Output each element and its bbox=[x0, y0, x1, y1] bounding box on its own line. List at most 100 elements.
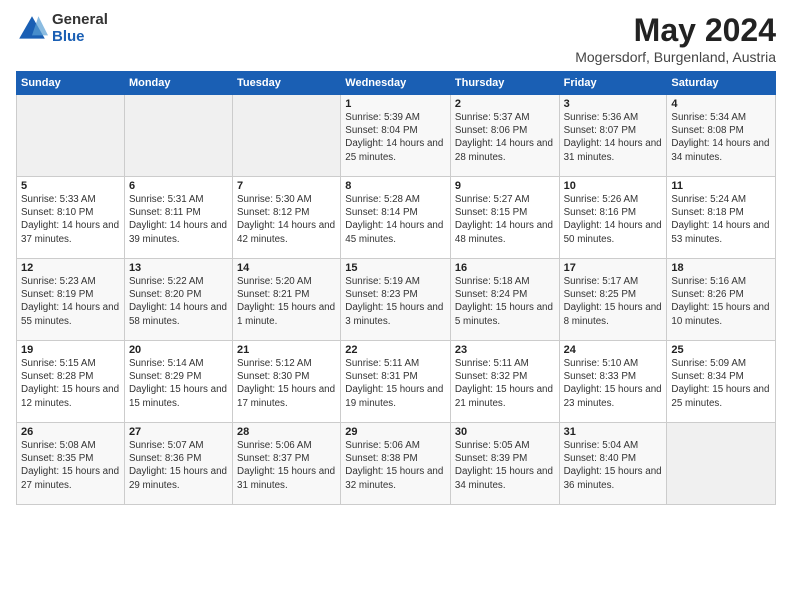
calendar-cell-w1-d6: 11 Sunrise: 5:24 AMSunset: 8:18 PMDaylig… bbox=[667, 177, 776, 259]
day-info: Sunrise: 5:15 AMSunset: 8:28 PMDaylight:… bbox=[21, 357, 120, 410]
day-number: 23 bbox=[455, 344, 555, 356]
day-info: Sunrise: 5:19 AMSunset: 8:23 PMDaylight:… bbox=[345, 275, 446, 328]
day-info: Sunrise: 5:22 AMSunset: 8:20 PMDaylight:… bbox=[129, 275, 228, 328]
main-title: May 2024 bbox=[575, 12, 776, 49]
subtitle: Mogersdorf, Burgenland, Austria bbox=[575, 49, 776, 65]
day-number: 12 bbox=[21, 262, 120, 274]
calendar-cell-w0-d6: 4 Sunrise: 5:34 AMSunset: 8:08 PMDayligh… bbox=[667, 95, 776, 177]
calendar-cell-w1-d3: 8 Sunrise: 5:28 AMSunset: 8:14 PMDayligh… bbox=[341, 177, 451, 259]
day-number: 18 bbox=[671, 262, 771, 274]
calendar-cell-w1-d2: 7 Sunrise: 5:30 AMSunset: 8:12 PMDayligh… bbox=[233, 177, 341, 259]
calendar-cell-w3-d3: 22 Sunrise: 5:11 AMSunset: 8:31 PMDaylig… bbox=[341, 341, 451, 423]
day-info: Sunrise: 5:31 AMSunset: 8:11 PMDaylight:… bbox=[129, 193, 228, 246]
calendar-header-row: Sunday Monday Tuesday Wednesday Thursday… bbox=[17, 72, 776, 95]
day-info: Sunrise: 5:08 AMSunset: 8:35 PMDaylight:… bbox=[21, 439, 120, 492]
calendar-cell-w2-d0: 12 Sunrise: 5:23 AMSunset: 8:19 PMDaylig… bbox=[17, 259, 125, 341]
header-friday: Friday bbox=[559, 72, 667, 95]
day-info: Sunrise: 5:12 AMSunset: 8:30 PMDaylight:… bbox=[237, 357, 336, 410]
day-info: Sunrise: 5:07 AMSunset: 8:36 PMDaylight:… bbox=[129, 439, 228, 492]
day-info: Sunrise: 5:06 AMSunset: 8:38 PMDaylight:… bbox=[345, 439, 446, 492]
day-info: Sunrise: 5:06 AMSunset: 8:37 PMDaylight:… bbox=[237, 439, 336, 492]
header-sunday: Sunday bbox=[17, 72, 125, 95]
calendar-cell-w2-d3: 15 Sunrise: 5:19 AMSunset: 8:23 PMDaylig… bbox=[341, 259, 451, 341]
day-info: Sunrise: 5:04 AMSunset: 8:40 PMDaylight:… bbox=[564, 439, 663, 492]
day-number: 31 bbox=[564, 426, 663, 438]
header-monday: Monday bbox=[124, 72, 232, 95]
day-info: Sunrise: 5:23 AMSunset: 8:19 PMDaylight:… bbox=[21, 275, 120, 328]
calendar-cell-w4-d5: 31 Sunrise: 5:04 AMSunset: 8:40 PMDaylig… bbox=[559, 423, 667, 505]
day-number: 5 bbox=[21, 180, 120, 192]
day-number: 29 bbox=[345, 426, 446, 438]
logo: General Blue bbox=[16, 12, 108, 45]
header-thursday: Thursday bbox=[450, 72, 559, 95]
day-info: Sunrise: 5:17 AMSunset: 8:25 PMDaylight:… bbox=[564, 275, 663, 328]
week-row-2: 12 Sunrise: 5:23 AMSunset: 8:19 PMDaylig… bbox=[17, 259, 776, 341]
day-info: Sunrise: 5:18 AMSunset: 8:24 PMDaylight:… bbox=[455, 275, 555, 328]
day-info: Sunrise: 5:33 AMSunset: 8:10 PMDaylight:… bbox=[21, 193, 120, 246]
calendar-cell-w2-d1: 13 Sunrise: 5:22 AMSunset: 8:20 PMDaylig… bbox=[124, 259, 232, 341]
calendar-cell-w2-d6: 18 Sunrise: 5:16 AMSunset: 8:26 PMDaylig… bbox=[667, 259, 776, 341]
day-number: 1 bbox=[345, 98, 446, 110]
week-row-1: 5 Sunrise: 5:33 AMSunset: 8:10 PMDayligh… bbox=[17, 177, 776, 259]
day-number: 8 bbox=[345, 180, 446, 192]
calendar-cell-w3-d5: 24 Sunrise: 5:10 AMSunset: 8:33 PMDaylig… bbox=[559, 341, 667, 423]
calendar-cell-w0-d2 bbox=[233, 95, 341, 177]
calendar-cell-w4-d0: 26 Sunrise: 5:08 AMSunset: 8:35 PMDaylig… bbox=[17, 423, 125, 505]
day-number: 24 bbox=[564, 344, 663, 356]
day-info: Sunrise: 5:09 AMSunset: 8:34 PMDaylight:… bbox=[671, 357, 771, 410]
day-number: 27 bbox=[129, 426, 228, 438]
calendar-cell-w2-d4: 16 Sunrise: 5:18 AMSunset: 8:24 PMDaylig… bbox=[450, 259, 559, 341]
day-number: 20 bbox=[129, 344, 228, 356]
calendar-cell-w4-d4: 30 Sunrise: 5:05 AMSunset: 8:39 PMDaylig… bbox=[450, 423, 559, 505]
calendar-cell-w3-d2: 21 Sunrise: 5:12 AMSunset: 8:30 PMDaylig… bbox=[233, 341, 341, 423]
calendar-cell-w0-d4: 2 Sunrise: 5:37 AMSunset: 8:06 PMDayligh… bbox=[450, 95, 559, 177]
day-number: 25 bbox=[671, 344, 771, 356]
day-number: 3 bbox=[564, 98, 663, 110]
logo-text: General Blue bbox=[52, 12, 108, 45]
day-number: 28 bbox=[237, 426, 336, 438]
logo-blue: Blue bbox=[52, 29, 108, 46]
day-number: 30 bbox=[455, 426, 555, 438]
day-number: 7 bbox=[237, 180, 336, 192]
day-number: 13 bbox=[129, 262, 228, 274]
header-wednesday: Wednesday bbox=[341, 72, 451, 95]
calendar-cell-w2-d2: 14 Sunrise: 5:20 AMSunset: 8:21 PMDaylig… bbox=[233, 259, 341, 341]
week-row-3: 19 Sunrise: 5:15 AMSunset: 8:28 PMDaylig… bbox=[17, 341, 776, 423]
calendar-cell-w0-d5: 3 Sunrise: 5:36 AMSunset: 8:07 PMDayligh… bbox=[559, 95, 667, 177]
calendar-cell-w1-d0: 5 Sunrise: 5:33 AMSunset: 8:10 PMDayligh… bbox=[17, 177, 125, 259]
week-row-4: 26 Sunrise: 5:08 AMSunset: 8:35 PMDaylig… bbox=[17, 423, 776, 505]
logo-icon bbox=[16, 13, 48, 45]
day-info: Sunrise: 5:34 AMSunset: 8:08 PMDaylight:… bbox=[671, 111, 771, 164]
day-number: 17 bbox=[564, 262, 663, 274]
week-row-0: 1 Sunrise: 5:39 AMSunset: 8:04 PMDayligh… bbox=[17, 95, 776, 177]
calendar-cell-w1-d1: 6 Sunrise: 5:31 AMSunset: 8:11 PMDayligh… bbox=[124, 177, 232, 259]
day-info: Sunrise: 5:39 AMSunset: 8:04 PMDaylight:… bbox=[345, 111, 446, 164]
day-info: Sunrise: 5:36 AMSunset: 8:07 PMDaylight:… bbox=[564, 111, 663, 164]
day-number: 21 bbox=[237, 344, 336, 356]
day-info: Sunrise: 5:11 AMSunset: 8:31 PMDaylight:… bbox=[345, 357, 446, 410]
day-info: Sunrise: 5:05 AMSunset: 8:39 PMDaylight:… bbox=[455, 439, 555, 492]
day-number: 4 bbox=[671, 98, 771, 110]
calendar-cell-w0-d1 bbox=[124, 95, 232, 177]
day-number: 6 bbox=[129, 180, 228, 192]
day-number: 19 bbox=[21, 344, 120, 356]
calendar-cell-w0-d3: 1 Sunrise: 5:39 AMSunset: 8:04 PMDayligh… bbox=[341, 95, 451, 177]
day-info: Sunrise: 5:14 AMSunset: 8:29 PMDaylight:… bbox=[129, 357, 228, 410]
calendar-cell-w3-d4: 23 Sunrise: 5:11 AMSunset: 8:32 PMDaylig… bbox=[450, 341, 559, 423]
day-info: Sunrise: 5:20 AMSunset: 8:21 PMDaylight:… bbox=[237, 275, 336, 328]
day-info: Sunrise: 5:27 AMSunset: 8:15 PMDaylight:… bbox=[455, 193, 555, 246]
day-info: Sunrise: 5:28 AMSunset: 8:14 PMDaylight:… bbox=[345, 193, 446, 246]
day-info: Sunrise: 5:30 AMSunset: 8:12 PMDaylight:… bbox=[237, 193, 336, 246]
header-tuesday: Tuesday bbox=[233, 72, 341, 95]
day-info: Sunrise: 5:10 AMSunset: 8:33 PMDaylight:… bbox=[564, 357, 663, 410]
day-info: Sunrise: 5:16 AMSunset: 8:26 PMDaylight:… bbox=[671, 275, 771, 328]
header-saturday: Saturday bbox=[667, 72, 776, 95]
calendar-cell-w4-d3: 29 Sunrise: 5:06 AMSunset: 8:38 PMDaylig… bbox=[341, 423, 451, 505]
calendar-cell-w1-d4: 9 Sunrise: 5:27 AMSunset: 8:15 PMDayligh… bbox=[450, 177, 559, 259]
day-number: 9 bbox=[455, 180, 555, 192]
calendar-cell-w3-d0: 19 Sunrise: 5:15 AMSunset: 8:28 PMDaylig… bbox=[17, 341, 125, 423]
day-number: 22 bbox=[345, 344, 446, 356]
calendar-cell-w0-d0 bbox=[17, 95, 125, 177]
day-number: 10 bbox=[564, 180, 663, 192]
page: General Blue May 2024 Mogersdorf, Burgen… bbox=[0, 0, 792, 612]
